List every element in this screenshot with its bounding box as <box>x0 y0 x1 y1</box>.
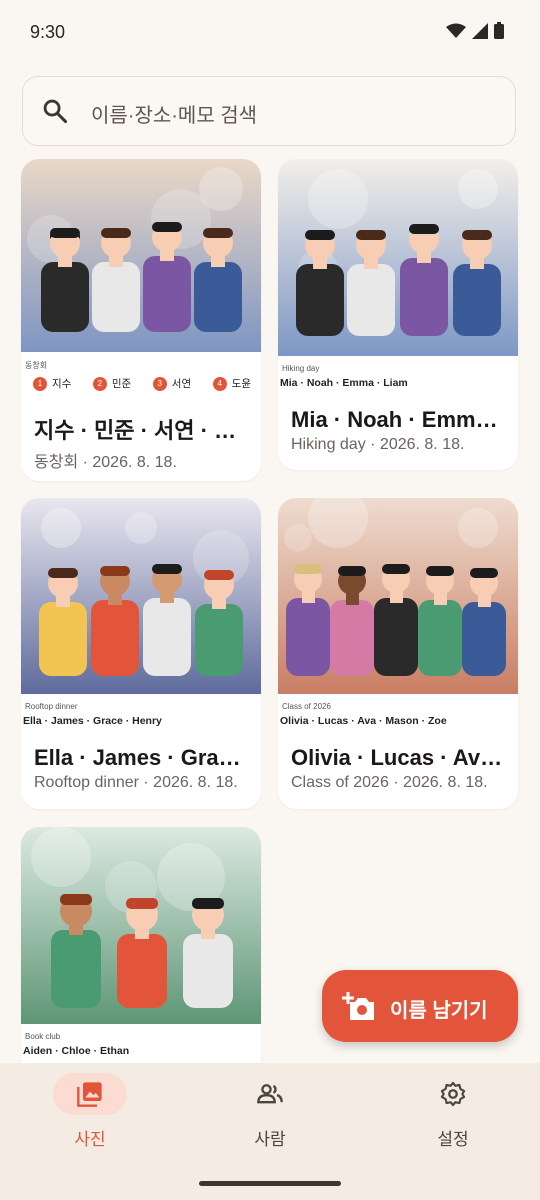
photo-caption: Class of 2026 <box>282 702 331 711</box>
gesture-handle[interactable] <box>199 1181 341 1186</box>
photo-card[interactable]: Rooftop dinner Ella · James · Grace · He… <box>21 498 261 809</box>
card-subtitle: 동창회 · 2026. 8. 18. <box>34 454 177 471</box>
photo-thumbnail <box>21 159 261 352</box>
photo-card[interactable]: Book club Aiden · Chloe · Ethan <box>21 827 261 1063</box>
nav-active-indicator <box>53 1073 127 1115</box>
people-icon <box>257 1084 283 1104</box>
nav-label: 설정 <box>437 1130 469 1149</box>
card-title: Ella · James · Grace · Henry <box>34 745 248 770</box>
name-chip: 2 민준 <box>92 376 132 391</box>
add-photo-icon <box>342 992 374 1020</box>
status-icons <box>446 22 504 39</box>
nav-item-photos[interactable]: 사진 <box>0 1073 180 1150</box>
photo-thumbnail <box>21 498 261 694</box>
name-chip: 4 도윤 <box>212 376 251 391</box>
card-subtitle: Hiking day · 2026. 8. 18. <box>291 436 465 453</box>
nav-icon-container <box>416 1073 490 1115</box>
fab-label: 이름 남기기 <box>390 1000 488 1022</box>
status-time: 9:30 <box>30 22 66 42</box>
card-title: Olivia · Lucas · Ava · Mason · Zoe <box>291 745 505 770</box>
nav-label: 사람 <box>254 1130 286 1149</box>
photo-thumbnail <box>278 159 518 356</box>
photo-caption: Hiking day <box>282 364 320 373</box>
card-subtitle: Rooftop dinner · 2026. 8. 18. <box>34 774 238 791</box>
tagged-names: Mia · Noah · Emma · Liam <box>280 377 408 389</box>
photo-caption: 동창회 <box>25 361 48 370</box>
photo-caption: Rooftop dinner <box>25 702 78 711</box>
chip-number: 1 <box>33 376 47 391</box>
tagged-names: Olivia · Lucas · Ava · Mason · Zoe <box>280 715 447 727</box>
bottom-navigation: 사진 사람 설정 <box>0 1063 540 1200</box>
photo-card[interactable]: 동창회 1 지수 2 민준 3 서연 4 도윤 지수 · 민준 · 서연 · 도윤 동창… <box>21 159 261 481</box>
nav-item-settings[interactable]: 설정 <box>363 1073 540 1150</box>
name-chip: 3 서연 <box>152 376 192 391</box>
chip-name: 민준 <box>111 378 132 390</box>
name-chips: 1 지수 2 민준 3 서연 4 도윤 <box>33 376 251 391</box>
search-bar[interactable]: 이름·장소·메모 검색 <box>22 76 516 146</box>
signal-icon <box>472 22 488 39</box>
photo-thumbnail <box>278 498 518 694</box>
chip-number: 2 <box>92 376 107 391</box>
name-chip: 1 지수 <box>33 376 71 391</box>
photo-card[interactable]: Hiking day Mia · Noah · Emma · Liam Mia … <box>278 159 518 470</box>
nav-label: 사진 <box>74 1130 106 1149</box>
gear-icon <box>440 1081 466 1107</box>
nav-item-people[interactable]: 사람 <box>180 1073 360 1150</box>
photo-card[interactable]: Class of 2026 Olivia · Lucas · Ava · Mas… <box>278 498 518 809</box>
card-subtitle: Class of 2026 · 2026. 8. 18. <box>291 774 488 791</box>
wifi-icon <box>446 23 466 38</box>
nav-icon-container <box>233 1073 307 1115</box>
photos-icon <box>77 1082 102 1107</box>
chip-name: 지수 <box>52 378 72 390</box>
tagged-names: Aiden · Chloe · Ethan <box>23 1045 130 1057</box>
chip-number: 4 <box>212 376 227 391</box>
photo-thumbnail <box>21 827 261 1024</box>
battery-icon <box>494 22 504 39</box>
add-name-fab[interactable]: 이름 남기기 <box>322 970 518 1042</box>
card-title: Mia · Noah · Emma · Liam <box>291 407 505 432</box>
chip-name: 도윤 <box>231 378 251 390</box>
chip-number: 3 <box>152 376 167 391</box>
search-input[interactable]: 이름·장소·메모 검색 <box>91 99 257 128</box>
chip-name: 서연 <box>171 378 192 390</box>
tagged-names: Ella · James · Grace · Henry <box>23 715 162 727</box>
card-title: 지수 · 민준 · 서연 · 도윤 <box>34 418 248 443</box>
photo-caption: Book club <box>25 1032 61 1041</box>
search-icon <box>43 99 68 124</box>
status-bar: 9:30 <box>0 0 540 64</box>
